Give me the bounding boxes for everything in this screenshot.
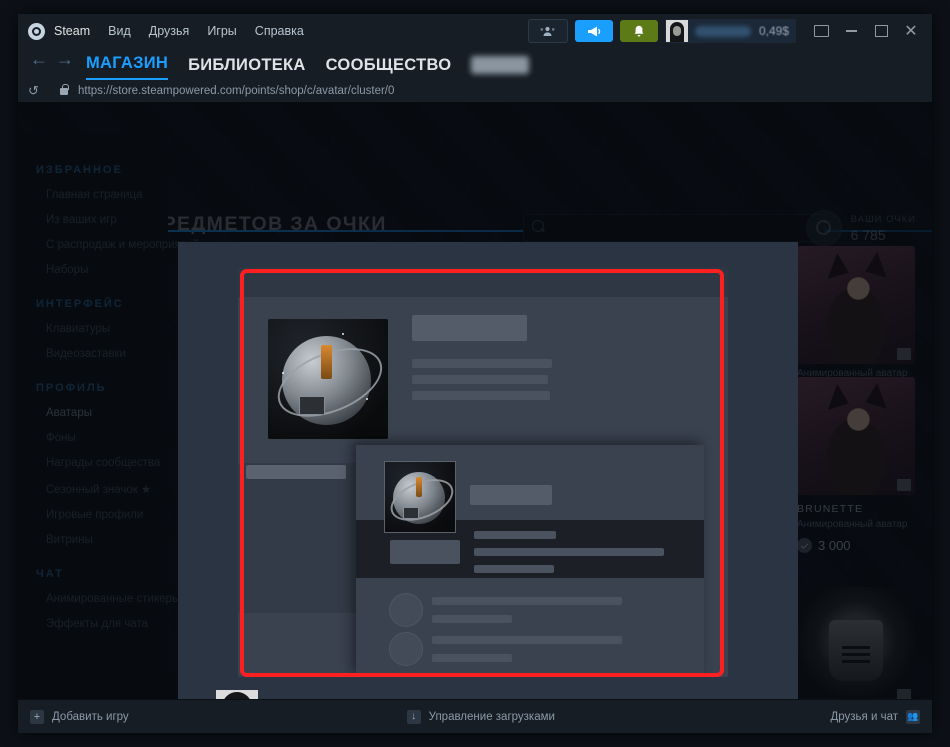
- menu-bar: Steam Вид Друзья Игры Справка: [54, 24, 304, 38]
- preview-mockup: [238, 267, 728, 677]
- sphere-panel: [299, 395, 326, 415]
- friends-chat-icon: [906, 709, 920, 724]
- minimize-button[interactable]: [836, 14, 866, 48]
- menu-item-help[interactable]: Справка: [255, 24, 304, 38]
- friends-chat-label: Друзья и чат: [830, 710, 898, 723]
- avatar-preview-modal: [178, 242, 798, 700]
- placeholder-title: [470, 485, 552, 505]
- screen-icon[interactable]: [806, 14, 836, 48]
- placeholder-line: [412, 391, 550, 400]
- friends-chat-button[interactable]: Друзья и чат: [830, 709, 920, 724]
- placeholder-avatar-circle: [389, 593, 423, 627]
- megaphone-icon[interactable]: [574, 20, 613, 42]
- placeholder-line: [432, 597, 622, 605]
- placeholder-title: [412, 315, 527, 341]
- url-bar: ↺ https://store.steampowered.com/points/…: [18, 80, 932, 102]
- tab-community[interactable]: СООБЩЕСТВО: [326, 56, 452, 80]
- navigation-bar: ← → МАГАЗИН БИБЛИОТЕКА СООБЩЕСТВО: [18, 48, 932, 80]
- lock-icon: [60, 83, 69, 95]
- tab-username-blurred[interactable]: [471, 56, 530, 74]
- mockup-header-bar: [238, 267, 728, 297]
- sphere-artwork: [385, 462, 455, 532]
- menu-item-view[interactable]: Вид: [108, 24, 131, 38]
- avatar-artwork-small: [384, 461, 456, 533]
- add-game-label: Добавить игру: [52, 710, 129, 723]
- titlebar-right-cluster: 0,49$ ✕: [527, 14, 932, 48]
- forward-button[interactable]: →: [52, 44, 78, 80]
- star-dot: [282, 371, 285, 374]
- add-game-button[interactable]: Добавить игру: [30, 709, 129, 724]
- downloads-button[interactable]: Управление загрузками: [406, 709, 555, 724]
- menu-item-games[interactable]: Игры: [207, 24, 236, 38]
- downloads-label: Управление загрузками: [428, 710, 555, 723]
- bell-glyph: [634, 25, 644, 36]
- star-dot: [366, 398, 369, 401]
- placeholder-line: [432, 615, 512, 623]
- title-bar: Steam Вид Друзья Игры Справка 0,49$ ✕: [18, 14, 932, 48]
- nested-preview-card: [356, 445, 704, 677]
- close-button[interactable]: ✕: [896, 14, 926, 48]
- placeholder-block: [390, 540, 460, 564]
- bell-icon[interactable]: [619, 20, 658, 42]
- tab-library[interactable]: БИБЛИОТЕКА: [188, 56, 306, 80]
- placeholder-line: [474, 531, 556, 539]
- sphere-artwork: [268, 319, 388, 439]
- megaphone-glyph: [587, 26, 601, 36]
- download-icon: [406, 709, 421, 724]
- wallet-balance[interactable]: 0,49$: [759, 24, 789, 38]
- placeholder-line: [432, 636, 622, 644]
- menu-item-steam[interactable]: Steam: [54, 24, 90, 38]
- placeholder-line: [412, 375, 548, 384]
- url-text[interactable]: https://store.steampowered.com/points/sh…: [78, 85, 394, 97]
- star-dot: [342, 333, 345, 336]
- screenshot-root: Steam Вид Друзья Игры Справка 0,49$ ✕ ← …: [0, 0, 950, 747]
- placeholder-line: [474, 548, 664, 556]
- nav-tabs: МАГАЗИН БИБЛИОТЕКА СООБЩЕСТВО: [86, 54, 530, 80]
- status-bar: Добавить игру Управление загрузками Друз…: [18, 699, 932, 733]
- maximize-button[interactable]: [866, 14, 896, 48]
- steam-client-window: Steam Вид Друзья Игры Справка 0,49$ ✕ ← …: [18, 14, 932, 733]
- friends-icon[interactable]: [527, 19, 568, 43]
- sphere-panel: [403, 506, 420, 519]
- refresh-icon[interactable]: ↺: [28, 83, 50, 99]
- back-button[interactable]: ←: [26, 44, 52, 80]
- friends-glyph: [540, 26, 555, 36]
- mockup-subpanel-title: [246, 465, 346, 479]
- placeholder-avatar-circle: [389, 632, 423, 666]
- plus-icon: [30, 709, 44, 724]
- avatar: [665, 20, 688, 42]
- tab-store[interactable]: МАГАЗИН: [86, 54, 169, 80]
- avatar-artwork-large: [268, 319, 388, 439]
- placeholder-line: [412, 359, 552, 368]
- account-menu[interactable]: 0,49$: [664, 19, 796, 43]
- placeholder-line: [432, 654, 512, 662]
- account-name-blurred: [694, 25, 751, 37]
- page-content: ✦ МАГАЗИН ПРЕДМЕТОВ ЗА ОЧКИ ВАШИ ОЧКИ 6 …: [18, 102, 932, 700]
- sphere-ring: [268, 334, 388, 431]
- steam-logo-icon: [28, 22, 45, 40]
- placeholder-line: [474, 565, 554, 573]
- menu-item-friends[interactable]: Друзья: [149, 24, 190, 38]
- sphere-ring: [385, 470, 455, 529]
